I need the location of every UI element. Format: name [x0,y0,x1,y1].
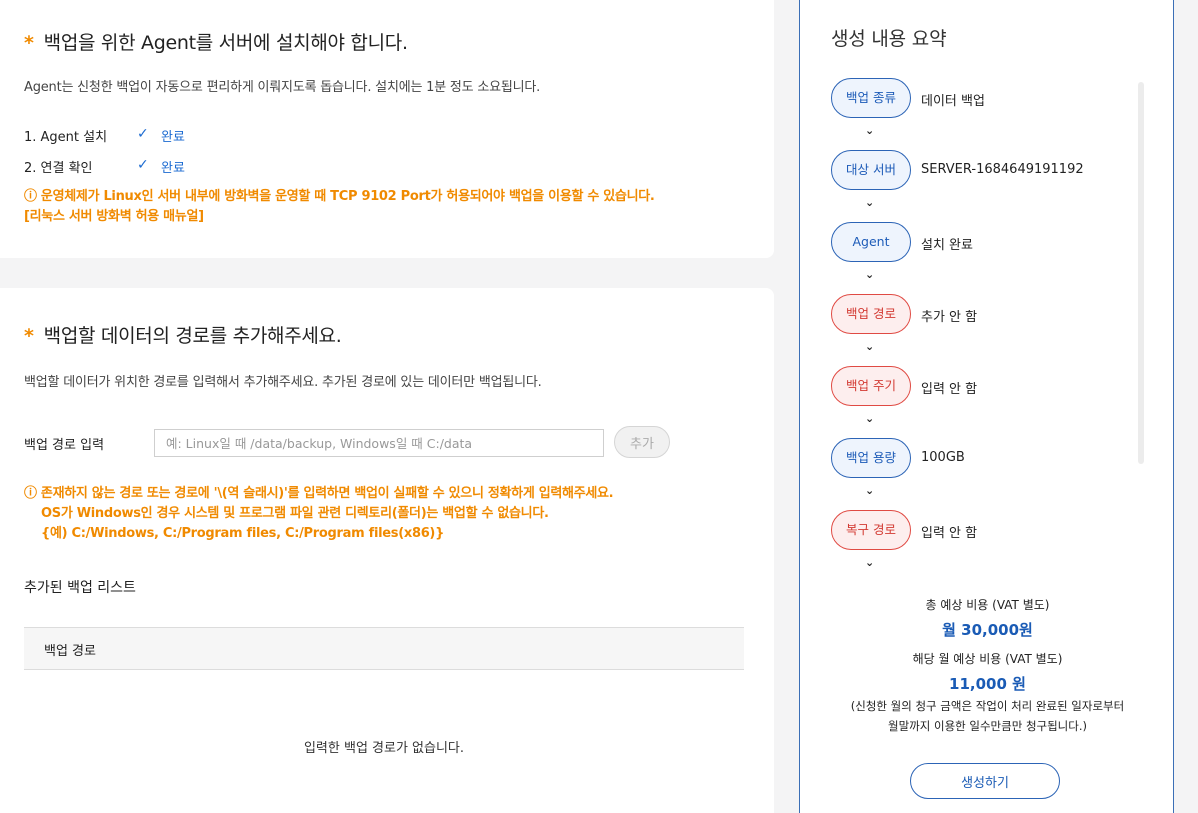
step-label: 2. 연결 확인 [24,161,93,176]
column-header-backup-path: 백업 경로 [44,644,96,659]
summary-value: 입력 안 함 [921,382,978,397]
backup-path-panel: * 백업할 데이터의 경로를 추가해주세요. 백업할 데이터가 위치한 경로를 입… [0,288,774,813]
summary-value: SERVER-1684649191192 [921,162,1084,177]
required-star: * [24,325,34,347]
create-button[interactable]: 생성하기 [910,763,1060,799]
required-star: * [24,32,34,54]
path-section-title: * 백업할 데이터의 경로를 추가해주세요. [24,321,342,348]
summary-value: 100GB [921,450,965,465]
month-cost-value: 11,000 원 [949,675,1026,693]
summary-value: 입력 안 함 [921,526,978,541]
step-agent-install: 1. Agent 설치 ✓ 완료 [24,126,185,145]
chevron-down-icon: ⌄ [865,196,875,209]
creation-summary-panel: 생성 내용 요약 백업 종류 데이터 백업 ⌄ 대상 서버 SERVER-168… [799,0,1174,813]
billing-note-line: (신청한 월의 청구 금액은 작업이 처리 완료된 일자로부터 [850,699,1125,713]
backup-list-title: 추가된 백업 리스트 [24,580,136,596]
summary-title: 생성 내용 요약 [831,28,947,50]
chevron-down-icon: ⌄ [865,268,875,281]
add-path-button[interactable]: 추가 [614,426,670,458]
summary-value: 설치 완료 [921,238,973,253]
chevron-down-icon: ⌄ [865,340,875,353]
summary-item-backup-capacity: 백업 용량 100GB [831,438,1131,478]
summary-badge: 백업 용량 [831,438,911,478]
summary-value: 추가 안 함 [921,310,978,325]
agent-section-title: * 백업을 위한 Agent를 서버에 설치해야 합니다. [24,28,408,55]
firewall-warning-text: ⓘ 운영체제가 Linux인 서버 내부에 방화벽을 운영할 때 TCP 910… [24,189,655,204]
backup-path-table-header: 백업 경로 [24,627,744,670]
month-cost: 해당 월 예상 비용 (VAT 별도) 11,000 원 (신청한 월의 청구 … [800,650,1175,736]
summary-item-target-server: 대상 서버 SERVER-1684649191192 [831,150,1131,190]
path-warning: ⓘ 존재하지 않는 경로 또는 경로에 '\(역 슬래시)'를 입력하면 백업이… [24,484,614,544]
chevron-down-icon: ⌄ [865,484,875,497]
chevron-down-icon: ⌄ [865,556,875,566]
summary-item-backup-cycle: 백업 주기 입력 안 함 [831,366,1131,406]
check-icon: ✓ [137,126,149,142]
backup-path-label: 백업 경로 입력 [24,438,105,453]
summary-item-backup-type: 백업 종류 데이터 백업 [831,78,1131,118]
summary-badge: 백업 주기 [831,366,911,406]
empty-list-message: 입력한 백업 경로가 없습니다. [303,741,465,756]
firewall-manual-link[interactable]: [리눅스 서버 방화벽 허용 매뉴얼] [24,207,655,227]
summary-badge: 대상 서버 [831,150,911,190]
step-label: 1. Agent 설치 [24,130,108,145]
step-connection-check: 2. 연결 확인 ✓ 완료 [24,157,185,176]
firewall-warning: ⓘ 운영체제가 Linux인 서버 내부에 방화벽을 운영할 때 TCP 910… [24,187,655,227]
path-section-title-text: 백업할 데이터의 경로를 추가해주세요. [43,325,342,347]
backup-path-input[interactable] [154,429,604,457]
billing-note: (신청한 월의 청구 금액은 작업이 처리 완료된 일자로부터 월말까지 이용한… [800,696,1175,736]
check-icon: ✓ [137,157,149,173]
summary-list[interactable]: 백업 종류 데이터 백업 ⌄ 대상 서버 SERVER-168464919119… [800,78,1140,566]
summary-scrollbar[interactable] [1138,82,1144,464]
total-cost: 총 예상 비용 (VAT 별도) 월 30,000원 [800,596,1175,640]
chevron-down-icon: ⌄ [865,412,875,425]
summary-badge: 백업 종류 [831,78,911,118]
summary-item-agent: Agent 설치 완료 [831,222,1131,262]
summary-badge: 복구 경로 [831,510,911,550]
total-cost-value: 월 30,000원 [942,621,1033,639]
summary-badge: Agent [831,222,911,262]
step-status: 완료 [161,130,185,145]
summary-item-restore-path: 복구 경로 입력 안 함 [831,510,1131,550]
total-cost-label: 총 예상 비용 (VAT 별도) [925,598,1050,612]
agent-section-desc: Agent는 신청한 백업이 자동으로 편리하게 이뤄지도록 돕습니다. 설치에… [24,80,541,95]
path-warning-line: ⓘ 존재하지 않는 경로 또는 경로에 '\(역 슬래시)'를 입력하면 백업이… [24,486,614,501]
summary-value: 데이터 백업 [921,94,985,109]
agent-section-title-text: 백업을 위한 Agent를 서버에 설치해야 합니다. [43,32,408,54]
step-status: 완료 [161,161,185,176]
agent-install-panel: * 백업을 위한 Agent를 서버에 설치해야 합니다. Agent는 신청한 … [0,0,774,258]
path-warning-line: OS가 Windows인 경우 시스템 및 프로그램 파일 관련 디렉토리(폴더… [41,506,549,521]
billing-note-line: 월말까지 이용한 일수만큼만 청구됩니다.) [888,719,1087,733]
path-section-desc: 백업할 데이터가 위치한 경로를 입력해서 추가해주세요. 추가된 경로에 있는… [24,375,542,390]
month-cost-label: 해당 월 예상 비용 (VAT 별도) [912,652,1063,666]
summary-item-backup-path: 백업 경로 추가 안 함 [831,294,1131,334]
summary-badge: 백업 경로 [831,294,911,334]
chevron-down-icon: ⌄ [865,124,875,137]
path-warning-line: {예) C:/Windows, C:/Program files, C:/Pro… [41,526,445,541]
